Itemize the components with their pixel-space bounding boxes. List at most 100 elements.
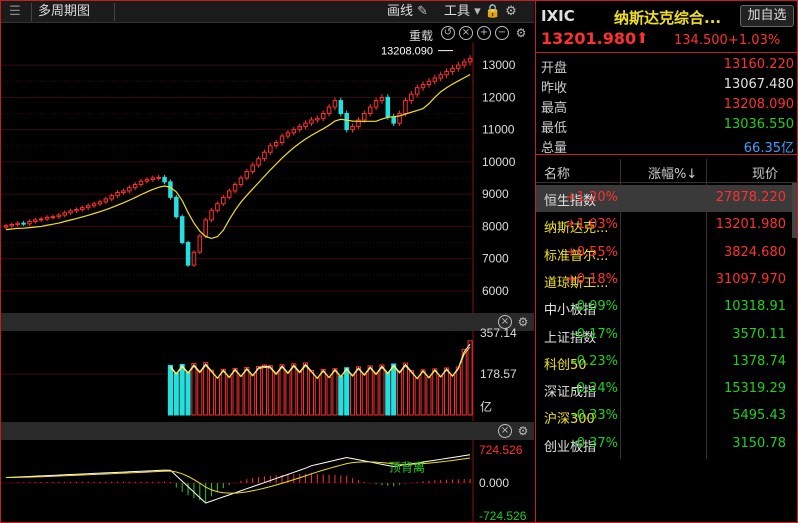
table-row[interactable]: 恒生指数 +1.20% 27878.220 bbox=[536, 185, 792, 212]
candle-body bbox=[244, 171, 250, 179]
candle-body bbox=[426, 80, 432, 85]
symbol-code: IXIC bbox=[541, 7, 575, 25]
candle-body bbox=[221, 196, 226, 205]
y-tick-label: 10000 bbox=[482, 155, 516, 169]
column-header-pct[interactable]: 涨幅%↓ bbox=[648, 163, 697, 182]
y-tick-label: 6000 bbox=[482, 284, 509, 298]
ma-line bbox=[5, 74, 471, 240]
up-arrow-icon: ⬆ bbox=[636, 29, 649, 47]
y-tick-label: 8000 bbox=[482, 219, 509, 233]
volume-bar bbox=[438, 375, 444, 416]
volume-bar bbox=[297, 370, 303, 416]
kline-header: 重载 ↺ × + − ⚙ bbox=[1, 25, 534, 43]
table-row[interactable]: 上证指数 -0.17% 3570.11 bbox=[536, 322, 792, 349]
candle-body bbox=[438, 74, 443, 79]
refresh-icon[interactable]: ↺ bbox=[441, 26, 455, 40]
table-row[interactable]: 纳斯达克... +1.03% 13201.980 bbox=[536, 212, 792, 239]
volume-bar bbox=[191, 363, 197, 416]
table-row[interactable]: 沪深300 -0.33% 5495.43 bbox=[536, 403, 792, 430]
period-label: 多周期图 bbox=[38, 4, 91, 19]
zoom-out-icon[interactable]: − bbox=[495, 26, 509, 40]
kline-chart[interactable]: 13000 12000 11000 10000 9000 8000 7000 6000 1320… bbox=[1, 43, 534, 313]
pct-cell: -0.33% bbox=[572, 408, 618, 424]
candle-body bbox=[279, 135, 285, 144]
pct-cell: +0.55% bbox=[565, 244, 618, 260]
candle-body bbox=[203, 219, 208, 237]
table-row[interactable]: 标准普尔... +0.55% 3824.680 bbox=[536, 240, 792, 267]
close-circle-icon[interactable]: × bbox=[459, 26, 473, 40]
y-tick-label: 7000 bbox=[482, 252, 509, 266]
zoom-in-icon[interactable]: + bbox=[477, 26, 491, 40]
volume-bar bbox=[226, 376, 232, 416]
list-scrollbar[interactable] bbox=[792, 183, 797, 238]
column-header-name[interactable]: 名称 bbox=[544, 163, 570, 182]
volume-bar bbox=[373, 372, 379, 416]
candle-body bbox=[127, 187, 132, 192]
volume-bar bbox=[338, 375, 344, 416]
stat-label: 总量 bbox=[541, 141, 568, 156]
collapse-icon[interactable]: ☰ bbox=[3, 3, 27, 21]
volume-bar bbox=[185, 371, 191, 416]
app-window: ☰ 多周期图 画线 ✎ 工具 ▾ 🔒 ⚙ 重载 ↺ × + − ⚙ 13000 1… bbox=[0, 0, 798, 523]
settings-icon[interactable]: ⚙ bbox=[514, 26, 528, 40]
candle-body bbox=[414, 87, 420, 95]
candle-body bbox=[262, 151, 267, 160]
y-tick-label: -724.526 bbox=[479, 509, 527, 522]
candle-body bbox=[403, 100, 408, 114]
volume-bar bbox=[391, 363, 397, 416]
candle-body bbox=[44, 216, 50, 220]
tools-label: 工具 bbox=[444, 4, 471, 19]
divergence-label: 顶背离 bbox=[389, 459, 425, 474]
candle-body bbox=[391, 116, 396, 124]
candle-body bbox=[409, 93, 414, 102]
candle-body bbox=[197, 235, 203, 253]
candle-body bbox=[332, 100, 338, 108]
volume-bar bbox=[344, 367, 350, 416]
table-row[interactable]: 创业板指 -0.37% 3150.78 bbox=[536, 431, 792, 458]
y-tick-label: 724.526 bbox=[479, 443, 523, 457]
candle-body bbox=[50, 216, 56, 219]
candle-body bbox=[385, 96, 391, 118]
candle-body bbox=[338, 100, 344, 114]
table-row[interactable]: 深证成指 -0.24% 15319.29 bbox=[536, 376, 792, 403]
volume-bar bbox=[291, 363, 297, 416]
macd-chart[interactable]: 顶背离 724.526 0.000 -724.526 bbox=[1, 422, 534, 522]
stat-row-volume: 总量 66.35亿 bbox=[536, 135, 798, 156]
volume-bar bbox=[408, 370, 414, 416]
reset-button[interactable]: 重载 bbox=[409, 27, 433, 44]
volume-bar bbox=[238, 375, 244, 416]
pct-cell: +1.20% bbox=[565, 190, 618, 205]
price-cell: 15319.29 bbox=[723, 381, 786, 397]
period-select[interactable]: 多周期图 bbox=[31, 3, 115, 21]
candle-body bbox=[461, 61, 467, 66]
add-watchlist-button[interactable]: 加自选 bbox=[740, 5, 794, 27]
candle-body bbox=[15, 222, 20, 225]
volume-bar bbox=[167, 364, 173, 416]
candle-body bbox=[191, 251, 197, 266]
settings-icon[interactable]: ⚙ bbox=[505, 3, 517, 21]
candle-body bbox=[215, 203, 220, 211]
column-header-price[interactable]: 现价 bbox=[752, 163, 778, 182]
volume-chart[interactable]: 357.14 178.57 亿 bbox=[1, 313, 534, 421]
price-cell: 1378.74 bbox=[732, 353, 786, 369]
candle-body bbox=[250, 164, 255, 173]
candle-body bbox=[362, 113, 367, 121]
candle-body bbox=[91, 203, 97, 207]
volume-bar bbox=[379, 364, 385, 416]
quote-stats: 开盘 13160.220 昨收 13067.480 最高 13208.090 最… bbox=[536, 55, 798, 156]
table-row[interactable]: 科创50 -0.23% 1378.74 bbox=[536, 349, 792, 376]
volume-bar bbox=[179, 363, 185, 416]
candle-body bbox=[33, 219, 38, 223]
table-row[interactable]: 道琼斯工... +0.18% 31097.970 bbox=[536, 267, 792, 294]
stat-value: 66.35亿 bbox=[743, 141, 794, 156]
tools-button[interactable]: 工具 ▾ 🔒 ⚙ bbox=[444, 3, 517, 21]
stat-value: 13208.090 bbox=[723, 97, 794, 112]
candle-body bbox=[74, 209, 79, 212]
stat-value: 13160.220 bbox=[723, 57, 794, 72]
volume-bar bbox=[455, 366, 461, 416]
draw-line-button[interactable]: 画线 ✎ bbox=[387, 3, 428, 21]
lock-icon[interactable]: 🔒 bbox=[485, 3, 501, 21]
table-row[interactable]: 中小板指 -0.09% 10318.91 bbox=[536, 294, 792, 321]
volume-bar bbox=[397, 371, 403, 416]
candle-body bbox=[209, 209, 214, 221]
